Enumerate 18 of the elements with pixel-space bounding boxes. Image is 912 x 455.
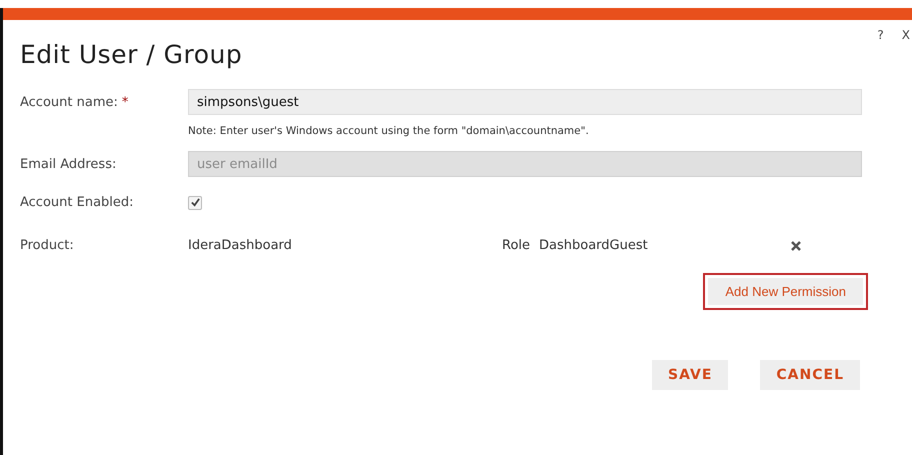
- checkbox[interactable]: [188, 196, 202, 210]
- role-label: Role: [502, 238, 532, 253]
- field-label: Product:: [20, 238, 75, 253]
- add-permission-button[interactable]: Add New Permission: [703, 273, 868, 310]
- note-text: Note: Enter user's Windows account using the form "domain\accountname".: [188, 125, 590, 137]
- field-label: Email Address:: [20, 156, 118, 172]
- close-button[interactable]: X: [900, 28, 912, 42]
- delete-icon[interactable]: [790, 240, 802, 252]
- help-button[interactable]: ?: [875, 28, 886, 42]
- required-mark: *: [122, 94, 128, 110]
- role-value: DashboardGuest: [539, 238, 649, 253]
- dialog-title: Edit User / Group: [20, 40, 244, 69]
- field-label: Account Enabled:: [20, 195, 135, 210]
- product-value: IderaDashboard: [188, 238, 293, 253]
- dialog-button[interactable]: CANCEL: [760, 360, 860, 390]
- dialog-button[interactable]: SAVE: [652, 360, 728, 390]
- field-label: Account name:: [20, 94, 118, 110]
- account-name-field[interactable]: simpsons\guest: [188, 89, 862, 115]
